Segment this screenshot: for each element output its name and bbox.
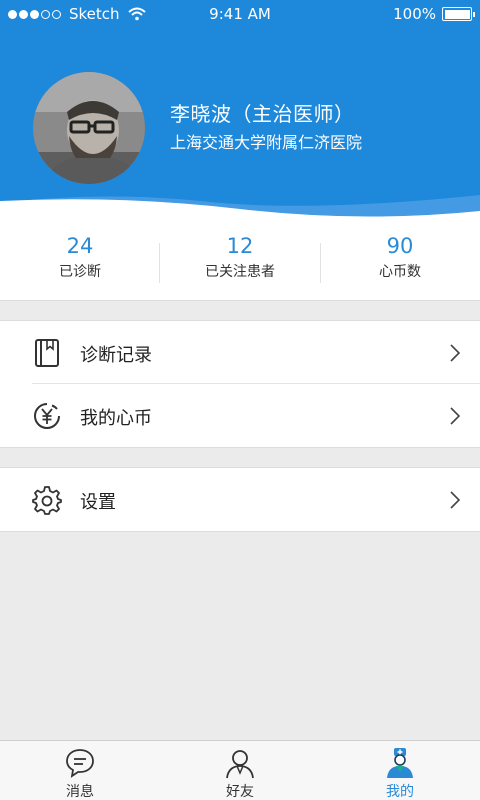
stat-value: 12 — [226, 234, 254, 258]
stat-diagnosed[interactable]: 24 已诊断 — [0, 233, 160, 281]
stat-label: 已诊断 — [59, 264, 101, 280]
gear-icon — [32, 486, 62, 515]
header-wave-decoration — [0, 195, 480, 225]
chevron-right-icon — [450, 491, 460, 509]
chevron-right-icon — [450, 407, 460, 425]
battery-icon — [442, 7, 475, 21]
chevron-right-icon — [450, 344, 460, 362]
menu-label: 设置 — [80, 492, 116, 513]
stats-panel: 24 已诊断 12 已关注患者 90 心币数 — [0, 225, 480, 301]
tab-label: 好友 — [226, 784, 254, 800]
yuan-coin-icon — [34, 403, 60, 429]
stat-value: 90 — [386, 234, 414, 258]
tab-mine[interactable]: 我的 — [320, 741, 480, 800]
menu-label: 我的心币 — [80, 408, 152, 429]
tab-label: 消息 — [66, 784, 94, 800]
doctor-name: 李晓波（主治医师） — [170, 102, 355, 126]
stat-followed-patients[interactable]: 12 已关注患者 — [160, 233, 320, 281]
avatar-photo — [33, 72, 145, 184]
menu-item-my-coins[interactable]: 我的心币 — [0, 384, 480, 447]
bottom-tab-bar: 消息 好友 我的 — [0, 740, 480, 800]
menu-item-settings[interactable]: 设置 — [0, 468, 480, 531]
stat-label: 已关注患者 — [205, 264, 275, 280]
chat-bubble-icon — [66, 749, 94, 778]
tab-friends[interactable]: 好友 — [160, 741, 320, 800]
stat-value: 24 — [66, 234, 94, 258]
stat-label: 心币数 — [379, 264, 421, 280]
doctor-hospital: 上海交通大学附属仁济医院 — [170, 133, 363, 152]
battery-percent: 100% — [393, 5, 436, 23]
tab-label: 我的 — [386, 784, 414, 800]
tab-messages[interactable]: 消息 — [0, 741, 160, 800]
menu-group-settings: 设置 — [0, 467, 480, 532]
menu-label: 诊断记录 — [80, 345, 152, 366]
stat-coins[interactable]: 90 心币数 — [320, 233, 480, 281]
status-bar: Sketch 9:41 AM 100% — [0, 0, 480, 28]
doctor-icon — [387, 748, 413, 778]
notebook-icon — [35, 339, 59, 367]
status-right: 100% — [393, 5, 475, 23]
avatar[interactable] — [33, 72, 145, 184]
profile-header: Sketch 9:41 AM 100% 李晓波（主治医师） 上海交通大学附属仁济… — [0, 0, 480, 225]
menu-group-records: 诊断记录 我的心币 — [0, 320, 480, 448]
person-icon — [226, 750, 254, 779]
menu-item-diagnosis-records[interactable]: 诊断记录 — [0, 321, 480, 384]
